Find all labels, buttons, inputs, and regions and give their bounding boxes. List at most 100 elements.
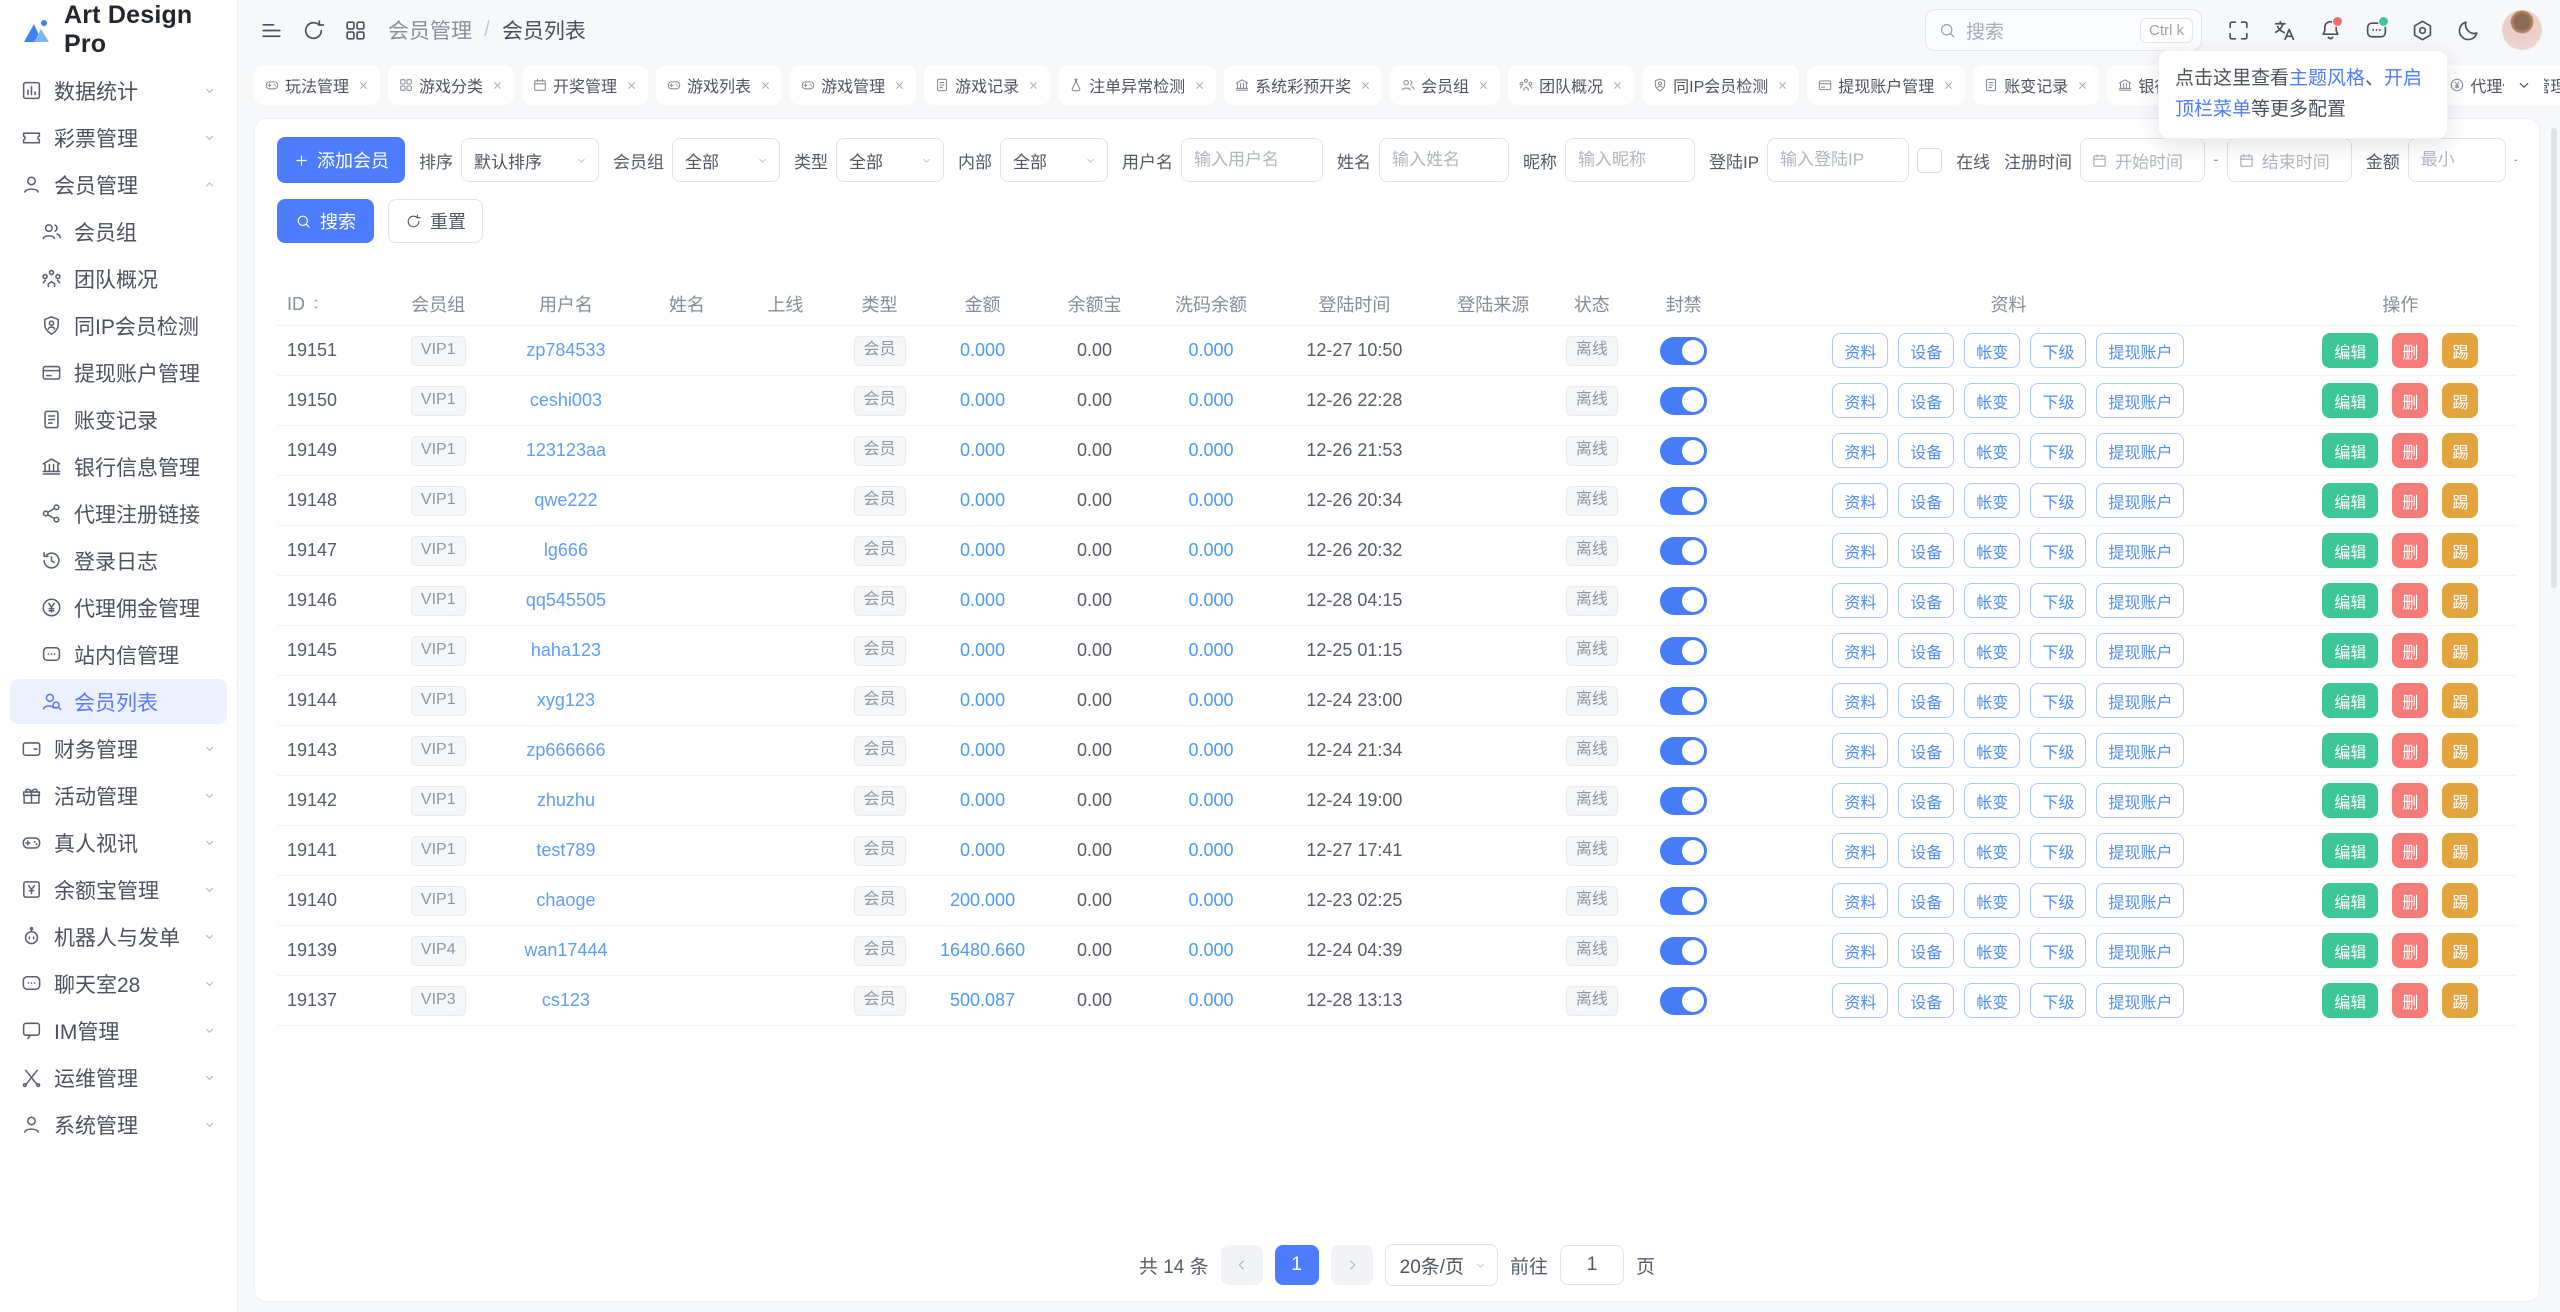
amount-link[interactable]: 0.000 <box>960 540 1005 560</box>
sidebar-item-withdraw-account-manage[interactable]: 提现账户管理 <box>10 350 227 395</box>
account-change-button[interactable]: 帐变 <box>1964 433 2020 468</box>
close-icon[interactable] <box>1477 79 1490 92</box>
amount-link[interactable]: 0.000 <box>960 790 1005 810</box>
sidebar-item-finance-manage[interactable]: 财务管理 <box>10 726 227 771</box>
kick-button[interactable]: 踢 <box>2442 383 2478 418</box>
withdraw-account-button[interactable]: 提现账户 <box>2096 983 2184 1018</box>
withdraw-account-button[interactable]: 提现账户 <box>2096 833 2184 868</box>
ban-toggle[interactable] <box>1660 887 1707 915</box>
kick-button[interactable]: 踢 <box>2442 633 2478 668</box>
withdraw-account-button[interactable]: 提现账户 <box>2096 483 2184 518</box>
kick-button[interactable]: 踢 <box>2442 583 2478 618</box>
sidebar-item-team-overview[interactable]: 团队概况 <box>10 256 227 301</box>
language-button[interactable] <box>2264 10 2304 50</box>
edit-button[interactable]: 编辑 <box>2322 883 2378 918</box>
close-icon[interactable] <box>1776 79 1789 92</box>
amount-link[interactable]: 0.000 <box>960 590 1005 610</box>
subordinate-button[interactable]: 下级 <box>2030 633 2086 668</box>
ban-toggle[interactable] <box>1660 637 1707 665</box>
messages-button[interactable] <box>2356 10 2396 50</box>
ban-toggle[interactable] <box>1660 837 1707 865</box>
apps-button[interactable] <box>336 11 374 49</box>
subordinate-button[interactable]: 下级 <box>2030 983 2086 1018</box>
subordinate-button[interactable]: 下级 <box>2030 683 2086 718</box>
sidebar-item-activity-manage[interactable]: 活动管理 <box>10 773 227 818</box>
xima-link[interactable]: 0.000 <box>1189 940 1234 960</box>
xima-link[interactable]: 0.000 <box>1189 590 1234 610</box>
close-icon[interactable] <box>1611 79 1624 92</box>
subordinate-button[interactable]: 下级 <box>2030 783 2086 818</box>
device-button[interactable]: 设备 <box>1898 383 1954 418</box>
account-change-button[interactable]: 帐变 <box>1964 633 2020 668</box>
profile-button[interactable]: 资料 <box>1832 883 1888 918</box>
close-icon[interactable] <box>759 79 772 92</box>
edit-button[interactable]: 编辑 <box>2322 833 2378 868</box>
profile-button[interactable]: 资料 <box>1832 683 1888 718</box>
delete-button[interactable]: 删 <box>2392 983 2428 1018</box>
sidebar-item-data-stats[interactable]: 数据统计 <box>10 68 227 113</box>
sidebar-item-chatroom28[interactable]: 聊天室28 <box>10 961 227 1006</box>
subordinate-button[interactable]: 下级 <box>2030 583 2086 618</box>
delete-button[interactable]: 删 <box>2392 933 2428 968</box>
amount-link[interactable]: 0.000 <box>960 340 1005 360</box>
xima-link[interactable]: 0.000 <box>1189 540 1234 560</box>
sidebar-item-same-ip-check[interactable]: 同IP会员检测 <box>10 303 227 348</box>
profile-button[interactable]: 资料 <box>1832 933 1888 968</box>
delete-button[interactable]: 删 <box>2392 383 2428 418</box>
sidebar-item-system-manage[interactable]: 系统管理 <box>10 1102 227 1147</box>
edit-button[interactable]: 编辑 <box>2322 433 2378 468</box>
amount-link[interactable]: 500.087 <box>950 990 1015 1010</box>
profile-button[interactable]: 资料 <box>1832 383 1888 418</box>
tab-game-list[interactable]: 游戏列表 <box>656 65 782 105</box>
sidebar-item-bank-info-manage[interactable]: 银行信息管理 <box>10 444 227 489</box>
page-1-button[interactable]: 1 <box>1275 1245 1319 1285</box>
next-page-button[interactable] <box>1331 1245 1373 1285</box>
type-select[interactable]: 全部 <box>836 138 944 182</box>
kick-button[interactable]: 踢 <box>2442 933 2478 968</box>
kick-button[interactable]: 踢 <box>2442 433 2478 468</box>
refresh-page-button[interactable] <box>294 11 332 49</box>
device-button[interactable]: 设备 <box>1898 683 1954 718</box>
xima-link[interactable]: 0.000 <box>1189 790 1234 810</box>
reset-button[interactable]: 重置 <box>388 199 483 243</box>
profile-button[interactable]: 资料 <box>1832 733 1888 768</box>
sidebar-item-agent-register-link[interactable]: 代理注册链接 <box>10 491 227 536</box>
tab-abnormal-bet-check[interactable]: 注单异常检测 <box>1058 65 1216 105</box>
close-icon[interactable] <box>1027 79 1040 92</box>
ban-toggle[interactable] <box>1660 587 1707 615</box>
subordinate-button[interactable]: 下级 <box>2030 833 2086 868</box>
tab-same-ip-check[interactable]: 同IP会员检测 <box>1642 65 1799 105</box>
account-change-button[interactable]: 帐变 <box>1964 333 2020 368</box>
kick-button[interactable]: 踢 <box>2442 983 2478 1018</box>
menu-collapse-button[interactable] <box>252 11 290 49</box>
xima-link[interactable]: 0.000 <box>1189 390 1234 410</box>
sidebar-item-member-list[interactable]: 会员列表 <box>10 679 227 724</box>
edit-button[interactable]: 编辑 <box>2322 983 2378 1018</box>
account-change-button[interactable]: 帐变 <box>1964 933 2020 968</box>
close-icon[interactable] <box>1193 79 1206 92</box>
close-icon[interactable] <box>1942 79 1955 92</box>
kick-button[interactable]: 踢 <box>2442 533 2478 568</box>
tab-system-lottery-predraw[interactable]: 系统彩预开奖 <box>1224 65 1382 105</box>
username-link[interactable]: ceshi003 <box>530 390 602 410</box>
sidebar-item-member-manage[interactable]: 会员管理 <box>10 162 227 207</box>
subordinate-button[interactable]: 下级 <box>2030 883 2086 918</box>
page-size-select[interactable]: 20条/页 <box>1385 1244 1498 1286</box>
account-change-button[interactable]: 帐变 <box>1964 883 2020 918</box>
ban-toggle[interactable] <box>1660 437 1707 465</box>
sidebar-item-login-log[interactable]: 登录日志 <box>10 538 227 583</box>
device-button[interactable]: 设备 <box>1898 783 1954 818</box>
profile-button[interactable]: 资料 <box>1832 533 1888 568</box>
edit-button[interactable]: 编辑 <box>2322 583 2378 618</box>
xima-link[interactable]: 0.000 <box>1189 740 1234 760</box>
sidebar-item-live-video[interactable]: 真人视讯 <box>10 820 227 865</box>
amount-link[interactable]: 200.000 <box>950 890 1015 910</box>
tab-game-record[interactable]: 游戏记录 <box>924 65 1050 105</box>
login-ip-input[interactable] <box>1767 138 1909 182</box>
xima-link[interactable]: 0.000 <box>1189 490 1234 510</box>
notifications-button[interactable] <box>2310 10 2350 50</box>
username-link[interactable]: chaoge <box>536 890 595 910</box>
profile-button[interactable]: 资料 <box>1832 333 1888 368</box>
profile-button[interactable]: 资料 <box>1832 783 1888 818</box>
delete-button[interactable]: 删 <box>2392 733 2428 768</box>
